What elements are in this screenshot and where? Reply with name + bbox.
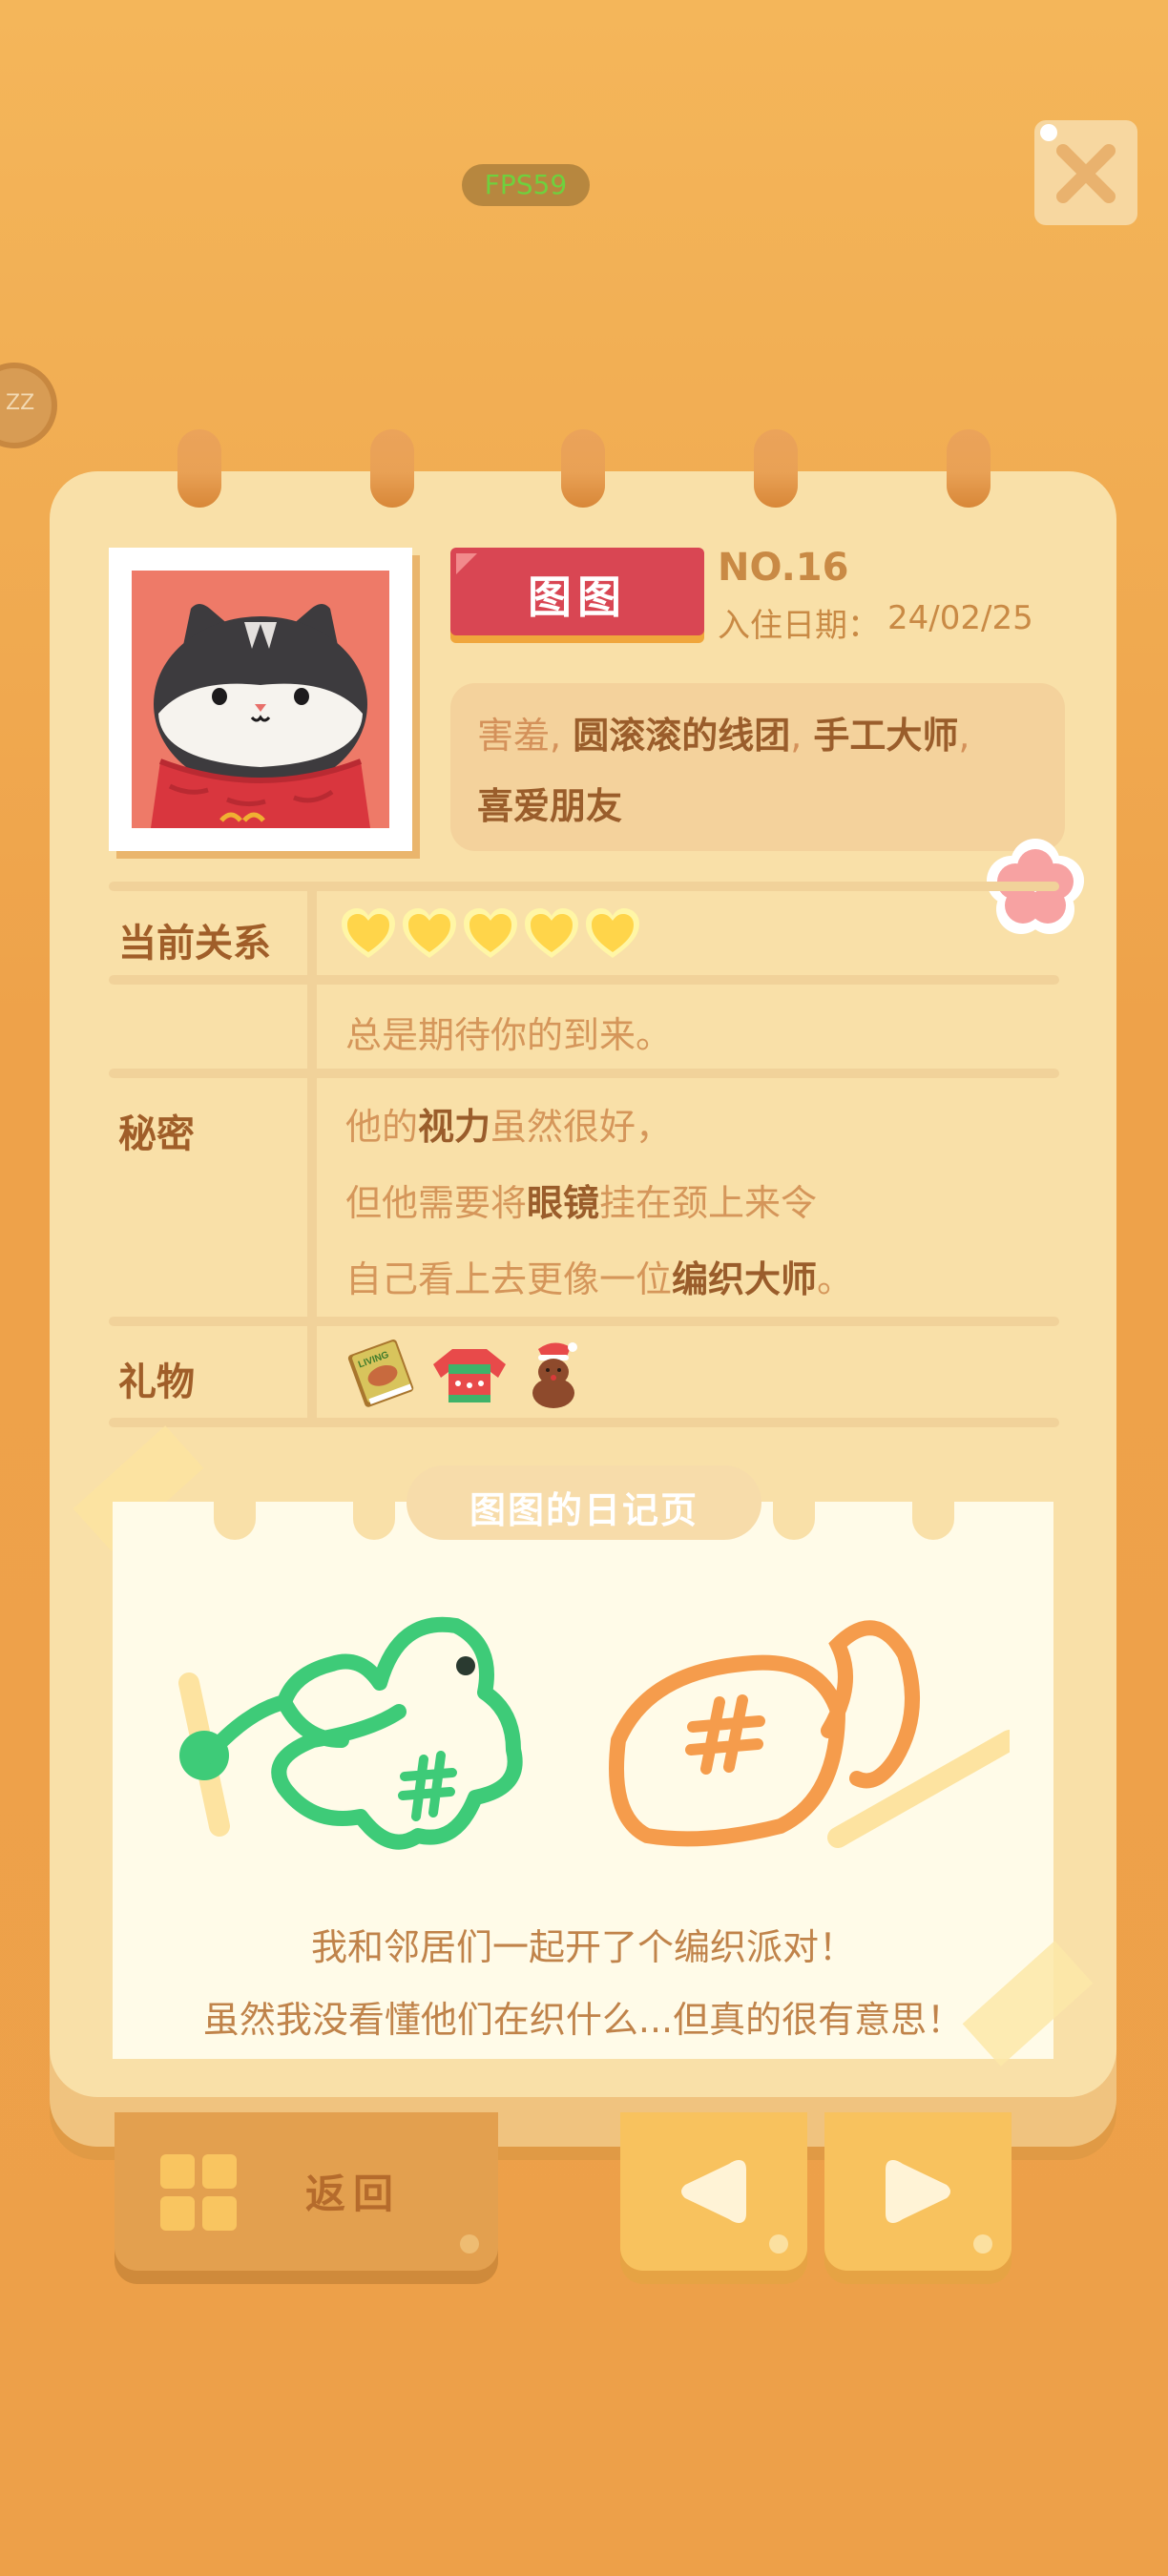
table-column-divider xyxy=(307,891,317,975)
secret-text: 挂在颈上来令 xyxy=(599,1182,818,1224)
secret-text: 。 xyxy=(817,1258,854,1300)
heart-icon xyxy=(464,908,517,958)
trait-tag: 害羞 xyxy=(477,715,551,757)
heart-icon xyxy=(342,908,395,958)
diary-text-line: 我和邻居们一起开了个编织派对！ xyxy=(310,1926,855,1968)
binder-ring xyxy=(754,429,798,508)
diary-title: 图图的日记页 xyxy=(469,1489,699,1531)
relationship-label: 当前关系 xyxy=(118,922,271,966)
secret-text: 他的 xyxy=(345,1106,419,1148)
relationship-hearts xyxy=(340,906,641,962)
next-button[interactable] xyxy=(824,2112,1012,2271)
table-column-divider xyxy=(307,1078,317,1317)
sleep-icon[interactable]: ZZ xyxy=(0,363,57,448)
trait-tag: , xyxy=(958,715,970,757)
table-divider xyxy=(109,975,1059,985)
heart-icon xyxy=(525,908,578,958)
move-in-date-value: 24/02/25 xyxy=(887,599,1033,637)
trait-tags-line: 害羞, 圆滚滚的线团, 手工大师, xyxy=(477,706,970,758)
diary-drawing xyxy=(178,1616,1010,1850)
trait-tag: , xyxy=(550,715,574,757)
secret-text: 眼镜 xyxy=(527,1182,600,1224)
trait-tag: 手工大师 xyxy=(813,715,959,757)
secret-text: 视力 xyxy=(418,1106,491,1148)
fps-counter: FPS59 xyxy=(462,164,590,206)
sweater-icon[interactable] xyxy=(431,1345,508,1406)
name-tag: 图图 xyxy=(450,548,704,635)
heart-icon xyxy=(586,908,639,958)
binder-ring xyxy=(561,429,605,508)
table-column-divider xyxy=(307,985,317,1069)
heart-icon xyxy=(403,908,456,958)
character-name: 图图 xyxy=(528,571,627,623)
binder-ring xyxy=(947,429,991,508)
resident-number: NO.16 xyxy=(718,546,849,590)
secret-line: 他的视力虽然很好， xyxy=(345,1097,672,1150)
table-divider xyxy=(109,1317,1059,1326)
secret-label: 秘密 xyxy=(118,1112,195,1156)
secret-line: 自己看上去更像一位编织大师。 xyxy=(345,1250,853,1302)
previous-button[interactable] xyxy=(620,2112,807,2271)
diary-page xyxy=(113,1502,1053,2059)
secret-text: 虽然很好， xyxy=(490,1106,673,1148)
close-button-highlight xyxy=(1040,124,1057,141)
trait-tag: , xyxy=(790,715,814,757)
trait-tag: 喜爱朋友 xyxy=(477,785,623,827)
arrow-right-icon xyxy=(886,2160,950,2223)
relationship-note: 总是期待你的到来。 xyxy=(345,1014,673,1056)
trait-tags-box: 害羞, 圆滚滚的线团, 手工大师, 喜爱朋友 xyxy=(450,683,1065,851)
binder-ring xyxy=(370,429,414,508)
table-divider xyxy=(109,882,1059,891)
close-button[interactable] xyxy=(1034,120,1137,225)
table-divider xyxy=(109,1418,1059,1427)
cat-portrait xyxy=(132,571,389,828)
secret-text: 自己看上去更像一位 xyxy=(345,1258,673,1300)
reindeer-icon[interactable] xyxy=(525,1340,584,1408)
back-button-label: 返回 xyxy=(305,2171,402,2217)
close-icon xyxy=(1056,144,1116,203)
table-divider xyxy=(109,1069,1059,1078)
arrow-left-icon xyxy=(681,2160,746,2223)
table-column-divider xyxy=(307,1326,317,1418)
secret-text: 编织大师 xyxy=(672,1258,818,1300)
secret-text: 但他需要将 xyxy=(345,1182,528,1224)
secret-line: 但他需要将眼镜挂在颈上来令 xyxy=(345,1174,817,1226)
book-icon[interactable]: LIVING xyxy=(347,1338,416,1408)
back-button[interactable]: 返回 xyxy=(115,2112,498,2271)
diary-text-line: 虽然我没看懂他们在织什么...但真的很有意思！ xyxy=(202,1999,964,2041)
trait-tag: 圆滚滚的线团 xyxy=(573,715,791,757)
binder-ring xyxy=(177,429,221,508)
gifts-label: 礼物 xyxy=(118,1361,195,1404)
move-in-date-label: 入住日期： xyxy=(718,607,880,645)
trait-tags-line: 喜爱朋友 xyxy=(477,777,622,829)
